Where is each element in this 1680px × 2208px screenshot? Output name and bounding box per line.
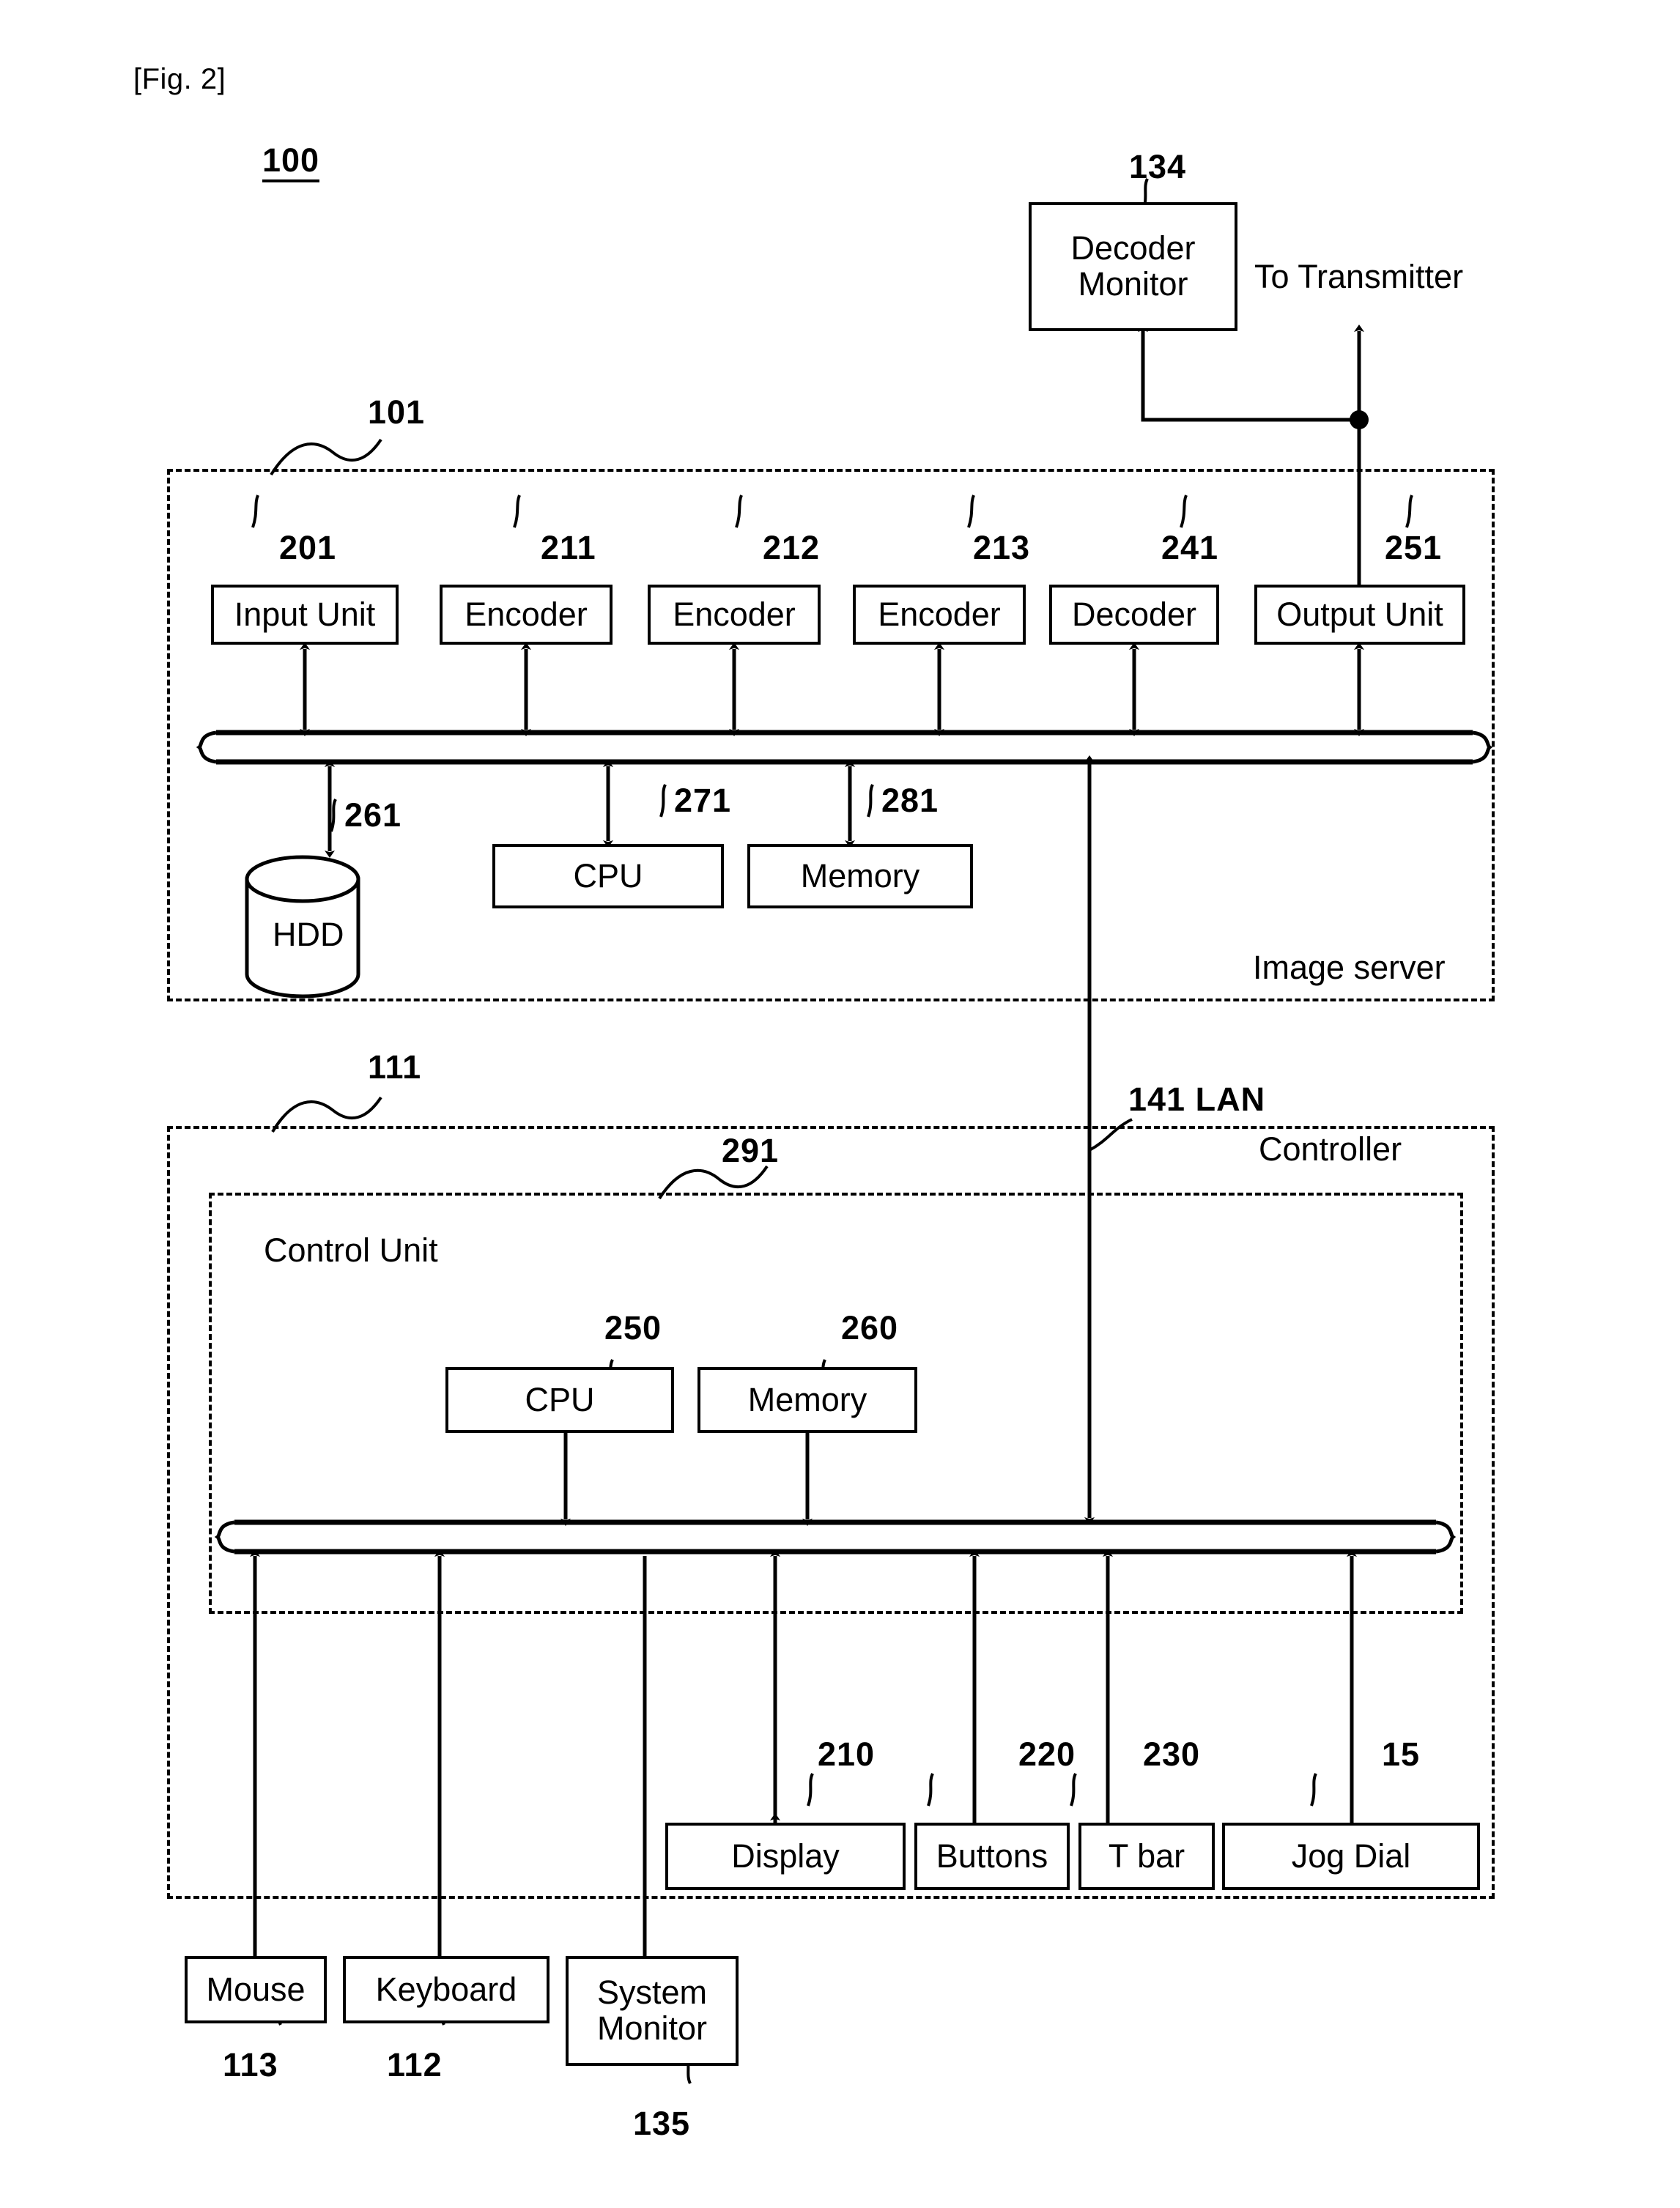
ref-135: 135 bbox=[633, 2105, 691, 2142]
cpu-250-label: CPU bbox=[525, 1380, 595, 1418]
ref-250: 250 bbox=[604, 1309, 662, 1346]
t-bar-label: T bar bbox=[1108, 1837, 1185, 1875]
memory-281-label: Memory bbox=[800, 856, 920, 894]
ref-15: 15 bbox=[1382, 1735, 1421, 1773]
image-server-title: Image server bbox=[1253, 949, 1446, 986]
input-unit-box[interactable]: Input Unit bbox=[211, 585, 399, 645]
jog-dial-box[interactable]: Jog Dial bbox=[1222, 1823, 1480, 1890]
ref-101: 101 bbox=[368, 393, 426, 431]
cpu-271-label: CPU bbox=[573, 856, 643, 894]
mouse-label: Mouse bbox=[206, 1970, 306, 2008]
ref-201: 201 bbox=[279, 529, 337, 566]
ref-213: 213 bbox=[973, 529, 1031, 566]
decoder-241-label: Decoder bbox=[1071, 595, 1197, 633]
ref-212: 212 bbox=[763, 529, 821, 566]
cpu-250-box[interactable]: CPU bbox=[445, 1367, 674, 1433]
ref-111: 111 bbox=[368, 1048, 422, 1086]
ref-241: 241 bbox=[1161, 529, 1219, 566]
memory-281-box[interactable]: Memory bbox=[747, 844, 973, 908]
image-server-container bbox=[167, 469, 1495, 1001]
ref-112: 112 bbox=[387, 2046, 443, 2083]
jog-dial-label: Jog Dial bbox=[1291, 1837, 1411, 1875]
figure-2-block-diagram: [Fig. 2] 100 134 Decoder Monitor To Trans… bbox=[0, 0, 1680, 2208]
encoder-213-box[interactable]: Encoder bbox=[853, 585, 1026, 645]
ref-220: 220 bbox=[1018, 1735, 1076, 1773]
decoder-monitor-label: Decoder Monitor bbox=[1070, 229, 1196, 303]
controller-title: Controller bbox=[1259, 1130, 1402, 1168]
encoder-211-box[interactable]: Encoder bbox=[440, 585, 613, 645]
ref-210: 210 bbox=[818, 1735, 876, 1773]
ref-141-lan: 141 LAN bbox=[1128, 1081, 1266, 1118]
ref-251: 251 bbox=[1385, 529, 1443, 566]
display-box[interactable]: Display bbox=[665, 1823, 906, 1890]
ref-260: 260 bbox=[841, 1309, 899, 1346]
control-unit-title: Control Unit bbox=[264, 1231, 438, 1269]
output-unit-box[interactable]: Output Unit bbox=[1254, 585, 1465, 645]
system-monitor-label: System Monitor bbox=[596, 1974, 708, 2047]
ref-271: 271 bbox=[674, 782, 732, 819]
figure-tag: [Fig. 2] bbox=[133, 63, 226, 95]
memory-260-box[interactable]: Memory bbox=[697, 1367, 917, 1433]
encoder-211-label: Encoder bbox=[465, 595, 588, 633]
ref-230: 230 bbox=[1143, 1735, 1201, 1773]
keyboard-label: Keyboard bbox=[375, 1970, 517, 2008]
encoder-213-label: Encoder bbox=[878, 595, 1001, 633]
ref-261: 261 bbox=[344, 796, 402, 834]
encoder-212-box[interactable]: Encoder bbox=[648, 585, 821, 645]
mouse-box[interactable]: Mouse bbox=[185, 1956, 327, 2023]
encoder-212-label: Encoder bbox=[673, 595, 796, 633]
buttons-label: Buttons bbox=[936, 1837, 1048, 1875]
cpu-271-box[interactable]: CPU bbox=[492, 844, 724, 908]
ref-134: 134 bbox=[1129, 148, 1187, 185]
display-label: Display bbox=[731, 1837, 840, 1875]
memory-260-label: Memory bbox=[747, 1380, 867, 1418]
keyboard-box[interactable]: Keyboard bbox=[343, 1956, 549, 2023]
decoder-241-box[interactable]: Decoder bbox=[1049, 585, 1219, 645]
ref-281: 281 bbox=[881, 782, 939, 819]
t-bar-box[interactable]: T bar bbox=[1078, 1823, 1215, 1890]
ref-113: 113 bbox=[223, 2046, 278, 2083]
to-transmitter-label: To Transmitter bbox=[1254, 258, 1464, 295]
ref-291: 291 bbox=[722, 1132, 780, 1169]
system-number: 100 bbox=[262, 144, 320, 182]
output-unit-label: Output Unit bbox=[1276, 595, 1443, 633]
decoder-monitor-box[interactable]: Decoder Monitor bbox=[1029, 202, 1237, 331]
hdd-label: HDD bbox=[273, 916, 344, 953]
system-monitor-box[interactable]: System Monitor bbox=[566, 1956, 739, 2066]
ref-211: 211 bbox=[541, 529, 596, 566]
buttons-box[interactable]: Buttons bbox=[914, 1823, 1070, 1890]
input-unit-label: Input Unit bbox=[234, 595, 376, 633]
